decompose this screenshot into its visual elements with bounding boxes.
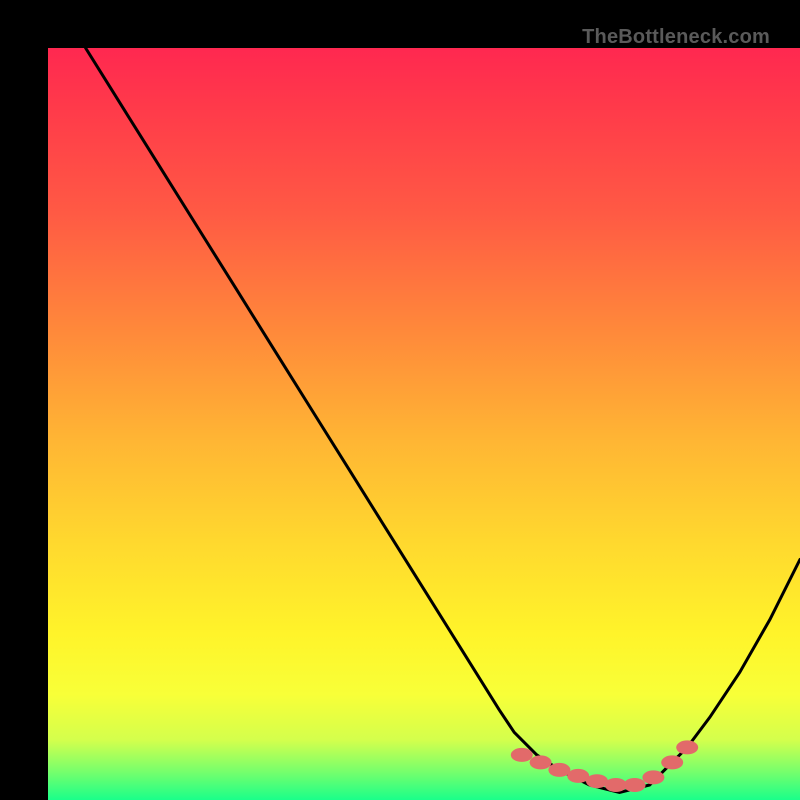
marker-dot	[511, 748, 533, 762]
marker-dot	[530, 755, 552, 769]
marker-dot	[567, 769, 589, 783]
plot-area	[48, 48, 800, 800]
bottleneck-curve	[86, 48, 800, 793]
chart-frame	[0, 0, 800, 800]
minimum-markers	[511, 740, 698, 792]
marker-dot	[676, 740, 698, 754]
marker-dot	[605, 778, 627, 792]
marker-dot	[624, 778, 646, 792]
curve-svg	[48, 48, 800, 800]
marker-dot	[661, 755, 683, 769]
marker-dot	[548, 763, 570, 777]
watermark-text: TheBottleneck.com	[582, 26, 770, 49]
marker-dot	[642, 770, 664, 784]
marker-dot	[586, 774, 608, 788]
